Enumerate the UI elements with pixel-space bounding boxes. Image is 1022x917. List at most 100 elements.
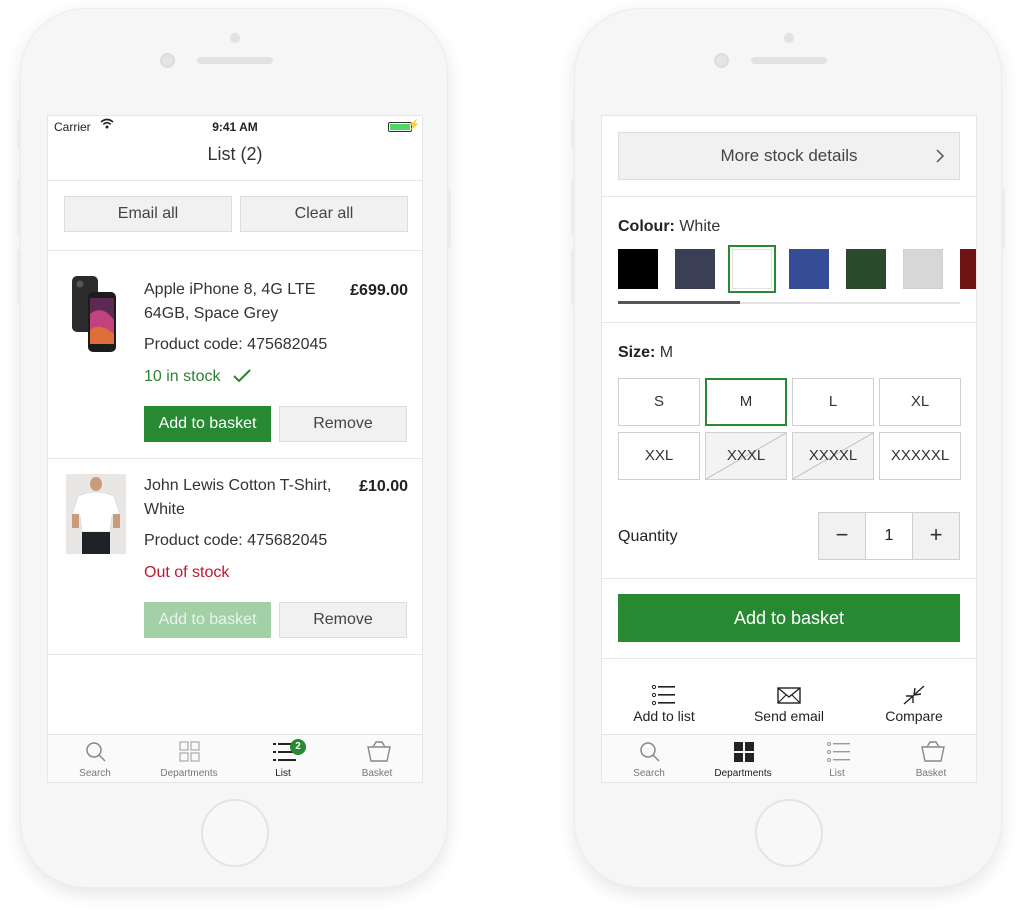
colour-swatch[interactable] — [960, 249, 976, 289]
product-name[interactable]: Apple iPhone 8, 4G LTE 64GB, Space Grey — [144, 278, 334, 326]
clock-time: 9:41 AM — [212, 120, 258, 134]
search-icon — [85, 741, 106, 763]
add-to-basket-button[interactable]: Add to basket — [618, 594, 960, 642]
mute-switch — [571, 119, 575, 149]
list-add-icon — [651, 684, 676, 706]
front-camera — [160, 53, 175, 68]
sensor-dot — [230, 33, 240, 43]
colour-swatch[interactable] — [903, 249, 943, 289]
check-icon — [233, 369, 251, 388]
product-code: Product code: 475682045 — [144, 336, 328, 353]
size-option[interactable]: XXL — [618, 432, 700, 480]
remove-button[interactable]: Remove — [279, 602, 407, 638]
mute-switch — [17, 119, 21, 149]
home-button[interactable] — [201, 799, 269, 867]
size-option[interactable]: L — [792, 378, 874, 426]
tab-bar: Search Departments 2 List Basket — [48, 734, 422, 782]
divider — [602, 658, 976, 659]
volume-down-button — [571, 249, 575, 305]
sensor-dot — [784, 33, 794, 43]
product-image-iphone[interactable] — [66, 274, 126, 358]
tab-departments[interactable]: Departments — [696, 735, 790, 782]
product-image-tshirt[interactable] — [66, 474, 126, 554]
compare-arrows-icon — [902, 684, 926, 706]
tab-search[interactable]: Search — [602, 735, 696, 782]
compare-action[interactable]: Compare — [852, 680, 976, 736]
tab-list[interactable]: 2 List — [236, 735, 330, 782]
search-icon — [639, 741, 660, 763]
colour-swatch[interactable] — [728, 245, 776, 293]
tab-list[interactable]: List — [790, 735, 884, 782]
size-option: XXXXL — [792, 432, 874, 480]
size-option-label: S — [653, 393, 664, 410]
volume-up-button — [571, 179, 575, 235]
size-option-label: L — [828, 393, 838, 410]
size-option-label: XXXXL — [808, 447, 858, 464]
divider — [48, 654, 422, 655]
product-price: £699.00 — [350, 282, 408, 299]
colour-swatch[interactable] — [789, 249, 829, 289]
product-price: £10.00 — [359, 478, 408, 495]
tab-search[interactable]: Search — [48, 735, 142, 782]
list-screen: Carrier 9:41 AM ⚡ List (2) Email all Cle… — [47, 115, 423, 783]
tab-basket[interactable]: Basket — [330, 735, 422, 782]
power-button — [1001, 189, 1005, 249]
divider — [48, 458, 422, 459]
add-to-list-action[interactable]: Add to list — [602, 680, 726, 736]
divider — [602, 322, 976, 323]
selected-swatch-fill — [732, 249, 772, 289]
remove-button[interactable]: Remove — [279, 406, 407, 442]
quantity-value[interactable]: 1 — [866, 513, 912, 559]
charging-bolt-icon: ⚡ — [407, 120, 420, 131]
earpiece-speaker — [197, 57, 273, 64]
divider — [602, 578, 976, 579]
size-option[interactable]: M — [705, 378, 787, 426]
grid-filled-icon — [733, 741, 754, 763]
grid-outline-icon — [179, 741, 200, 763]
status-bar: Carrier 9:41 AM ⚡ — [48, 116, 422, 136]
size-option-label: XXXL — [726, 447, 766, 464]
stock-status: 10 in stock — [144, 368, 251, 388]
product-name[interactable]: John Lewis Cotton T-Shirt, White — [144, 474, 344, 522]
basket-icon — [367, 741, 391, 763]
list-count-badge: 2 — [290, 739, 306, 755]
earpiece-speaker — [751, 57, 827, 64]
tab-basket[interactable]: Basket — [884, 735, 976, 782]
tab-departments[interactable]: Departments — [142, 735, 236, 782]
volume-up-button — [17, 179, 21, 235]
more-stock-details-button[interactable]: More stock details — [618, 132, 960, 180]
product-code: Product code: 475682045 — [144, 532, 328, 549]
size-option[interactable]: XXXXXL — [879, 432, 961, 480]
colour-label: Colour: White — [618, 218, 721, 235]
divider — [48, 250, 422, 251]
phone-frame-left: Carrier 9:41 AM ⚡ List (2) Email all Cle… — [17, 8, 451, 888]
size-option[interactable]: XL — [879, 378, 961, 426]
colour-swatch[interactable] — [846, 249, 886, 289]
send-email-action[interactable]: Send email — [727, 680, 851, 736]
chevron-right-icon — [935, 133, 945, 198]
quantity-stepper: − 1 + — [818, 512, 960, 560]
volume-down-button — [17, 249, 21, 305]
size-label: Size: M — [618, 344, 674, 361]
phone-frame-right: More stock details Colour: White Size: M… — [571, 8, 1005, 888]
colour-swatch[interactable] — [675, 249, 715, 289]
tab-bar: Search Departments List Basket — [602, 734, 976, 782]
clear-all-button[interactable]: Clear all — [240, 196, 408, 232]
size-option-label: XXXXXL — [890, 447, 950, 464]
add-to-basket-button-disabled: Add to basket — [144, 602, 271, 638]
size-option[interactable]: S — [618, 378, 700, 426]
swatch-scroll-thumb[interactable] — [618, 301, 740, 304]
size-option: XXXL — [705, 432, 787, 480]
front-camera — [714, 53, 729, 68]
colour-swatch[interactable] — [618, 249, 658, 289]
divider — [48, 180, 422, 181]
add-to-basket-button[interactable]: Add to basket — [144, 406, 271, 442]
quantity-decrease-button[interactable]: − — [819, 513, 866, 559]
page-title: List (2) — [207, 144, 263, 164]
quantity-increase-button[interactable]: + — [912, 513, 959, 559]
home-button[interactable] — [755, 799, 823, 867]
power-button — [447, 189, 451, 249]
size-option-label: XL — [910, 393, 930, 410]
divider — [602, 196, 976, 197]
email-all-button[interactable]: Email all — [64, 196, 232, 232]
